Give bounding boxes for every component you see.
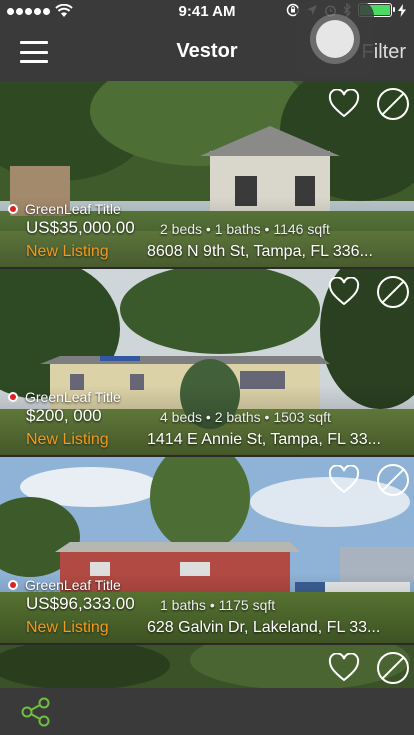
listing-feed[interactable]: GreenLeaf Title US$35,000.00 2 beds • 1 … — [0, 81, 414, 688]
listing-card[interactable]: GreenLeaf Title US$96,333.00 1 baths • 1… — [0, 457, 414, 643]
agency-label: GreenLeaf Title — [8, 201, 121, 217]
listing-card[interactable]: GreenLeaf Title US$35,000.00 2 beds • 1 … — [0, 81, 414, 267]
listing-status: New Listing — [26, 431, 109, 448]
listing-specs: 2 beds • 1 baths • 1146 sqft — [160, 221, 330, 237]
listing-price: US$35,000.00 — [26, 218, 135, 237]
listing-price: $200, 000 — [26, 406, 102, 425]
block-icon[interactable] — [376, 463, 410, 497]
map-marker-icon — [8, 204, 18, 214]
heart-icon[interactable] — [328, 465, 360, 495]
assistive-touch-button[interactable] — [296, 0, 374, 78]
heart-icon[interactable] — [328, 89, 360, 119]
listing-address: 8608 N 9th St, Tampa, FL 336... — [147, 243, 373, 260]
share-icon[interactable] — [20, 696, 52, 728]
heart-icon[interactable] — [328, 653, 360, 683]
listing-card[interactable]: GreenLeaf Title $200, 000 4 beds • 2 bat… — [0, 269, 414, 455]
agency-label: GreenLeaf Title — [8, 389, 121, 405]
bottom-toolbar — [0, 688, 414, 735]
block-icon[interactable] — [376, 87, 410, 121]
listing-card[interactable] — [0, 645, 414, 688]
listing-specs: 4 beds • 2 baths • 1503 sqft — [160, 409, 331, 425]
listing-status: New Listing — [26, 619, 109, 636]
map-marker-icon — [8, 392, 18, 402]
map-marker-icon — [8, 580, 18, 590]
listing-address: 1414 E Annie St, Tampa, FL 33... — [147, 431, 381, 448]
listing-specs: 1 baths • 1175 sqft — [160, 597, 276, 613]
block-icon[interactable] — [376, 651, 410, 685]
agency-label: GreenLeaf Title — [8, 577, 121, 593]
heart-icon[interactable] — [328, 277, 360, 307]
listing-address: 628 Galvin Dr, Lakeland, FL 33... — [147, 619, 381, 636]
listing-status: New Listing — [26, 243, 109, 260]
charging-icon — [398, 3, 406, 17]
listing-price: US$96,333.00 — [26, 594, 135, 613]
block-icon[interactable] — [376, 275, 410, 309]
